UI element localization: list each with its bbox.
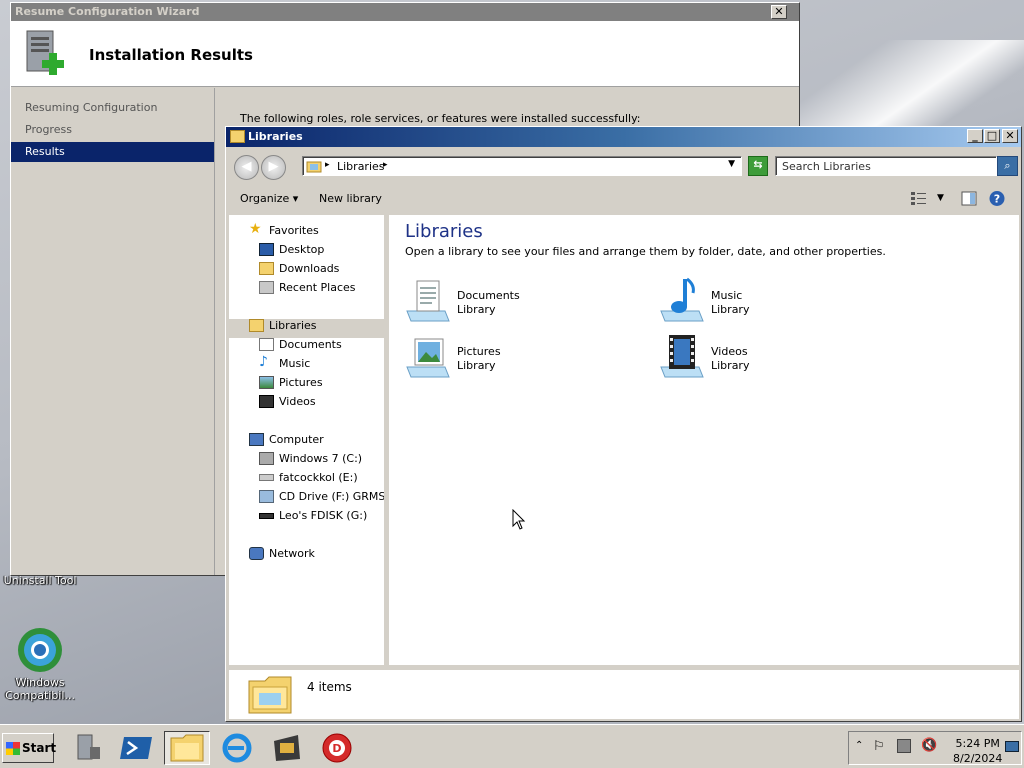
preview-pane-icon[interactable] <box>960 190 978 207</box>
help-icon[interactable]: ? <box>988 190 1006 207</box>
windows-logo-icon <box>6 742 20 755</box>
navigation-bar: ◀ ▶ ▸ Libraries ▸ ▼ ⇆ Search Libraries ⌕ <box>226 149 1021 183</box>
desktop-icon <box>259 243 274 256</box>
close-button[interactable]: ✕ <box>1002 129 1018 143</box>
wizard-message: The following roles, role services, or f… <box>240 112 641 125</box>
documents-library-icon <box>406 280 450 322</box>
show-desktop-icon[interactable] <box>1005 741 1019 752</box>
library-videos[interactable]: Videos Library <box>659 333 899 383</box>
drive-icon <box>259 474 274 481</box>
picture-icon <box>259 376 274 389</box>
breadcrumb-libraries[interactable]: Libraries <box>337 160 385 173</box>
clock-date: 8/2/2024 <box>953 752 1003 765</box>
address-dropdown-icon[interactable]: ▼ <box>728 159 735 169</box>
taskbar-internet-explorer[interactable] <box>214 731 260 765</box>
recent-places-icon <box>259 281 274 294</box>
volume-muted-icon[interactable]: 🔇 <box>921 738 937 753</box>
document-icon <box>259 338 274 351</box>
new-library-button[interactable]: New library <box>319 192 382 205</box>
navigation-pane: ★ Favorites Desktop Downloads Recent Pla… <box>229 215 387 665</box>
desktop-icon-label: Windows Compatibil... <box>5 676 75 702</box>
server-add-icon <box>26 30 64 75</box>
details-pane: 4 items <box>229 667 1019 719</box>
wizard-header-title: Installation Results <box>89 46 253 64</box>
server-manager-icon <box>77 734 100 760</box>
wizard-step-resuming: Resuming Configuration <box>25 101 158 114</box>
wizard-close-button[interactable]: ✕ <box>771 5 787 19</box>
breadcrumb-arrow-icon[interactable]: ▸ <box>325 160 330 170</box>
taskbar-server-manager[interactable] <box>64 731 110 765</box>
clock[interactable]: 5:24 PM 8/2/2024 <box>953 736 1002 766</box>
view-options-icon[interactable] <box>910 190 928 207</box>
taskbar-archiver[interactable] <box>264 731 310 765</box>
computer-icon <box>249 433 264 446</box>
explorer-window: Libraries _ □ ✕ ◀ ▶ ▸ Libraries ▸ ▼ ⇆ Se… <box>225 126 1022 722</box>
libraries-icon <box>249 319 264 332</box>
wizard-header: Installation Results <box>11 21 799 87</box>
wizard-steps: Resuming Configuration Progress Results <box>11 88 215 575</box>
taskbar-explorer[interactable] <box>164 731 210 765</box>
content-subtitle: Open a library to see your files and arr… <box>405 245 886 258</box>
downloads-icon <box>259 262 274 275</box>
svg-text:?: ? <box>994 193 1000 206</box>
archive-icon <box>274 735 300 761</box>
taskbar-powershell[interactable] <box>114 731 160 765</box>
organize-button[interactable]: Organize ▾ <box>240 192 298 205</box>
network-tray-icon[interactable] <box>897 739 911 753</box>
explorer-title: Libraries <box>248 130 303 143</box>
library-music[interactable]: Music Library <box>659 277 899 327</box>
music-library-icon <box>660 277 704 322</box>
red-circle-app-icon: D <box>322 733 352 763</box>
action-center-flag-icon[interactable]: ⚐ <box>873 739 885 754</box>
item-count: 4 items <box>307 680 352 694</box>
star-icon: ★ <box>249 221 262 237</box>
system-tray: ⌃ ⚐ 🔇 5:24 PM 8/2/2024 <box>848 731 1022 765</box>
start-button[interactable]: Start <box>2 733 56 763</box>
internet-explorer-icon <box>222 733 252 763</box>
powershell-icon <box>120 737 152 759</box>
search-icon[interactable]: ⌕ <box>997 156 1018 176</box>
wizard-title: Resume Configuration Wizard <box>15 5 200 18</box>
command-bar: Organize ▾ New library ▼ ? <box>226 185 1021 213</box>
back-button[interactable]: ◀ <box>234 155 259 180</box>
folder-icon <box>170 734 204 762</box>
hard-drive-icon <box>259 452 274 465</box>
library-pictures[interactable]: Pictures Library <box>405 333 645 383</box>
library-documents[interactable]: Documents Library <box>405 277 645 327</box>
wizard-step-progress: Progress <box>25 123 72 136</box>
breadcrumb-chevron-icon[interactable]: ▸ <box>383 160 388 170</box>
film-strip-icon <box>259 395 274 408</box>
desktop-icon-windows-compatibility[interactable]: Windows Compatibil... <box>2 626 78 702</box>
content-pane: Libraries Open a library to see your fil… <box>389 215 1019 665</box>
refresh-button[interactable]: ⇆ <box>748 156 768 176</box>
wizard-step-results: Results <box>11 142 214 162</box>
minimize-button[interactable]: _ <box>967 129 983 143</box>
pictures-library-icon <box>406 338 450 378</box>
content-title: Libraries <box>405 221 483 242</box>
show-hidden-icons-icon[interactable]: ⌃ <box>855 740 863 751</box>
libraries-folder-icon <box>248 676 292 714</box>
removable-drive-icon <box>259 513 274 519</box>
address-bar[interactable]: ▸ Libraries ▸ ▼ <box>302 156 742 176</box>
taskbar-red-app[interactable]: D <box>314 731 360 765</box>
libraries-icon <box>306 161 322 173</box>
mouse-cursor-icon <box>512 509 526 530</box>
wizard-titlebar[interactable]: Resume Configuration Wizard ✕ <box>11 3 799 21</box>
network-icon <box>249 547 264 560</box>
videos-library-icon <box>660 335 704 378</box>
view-dropdown-icon[interactable]: ▼ <box>937 193 944 203</box>
taskbar: Start D ⌃ ⚐ 🔇 5:24 PM 8/2/2024 <box>0 724 1024 768</box>
svg-text:D: D <box>332 742 341 755</box>
clock-time: 5:24 PM <box>955 737 1000 750</box>
cd-drive-icon <box>259 490 274 503</box>
music-note-icon: ♪ <box>259 354 268 370</box>
explorer-titlebar[interactable]: Libraries _ □ ✕ <box>226 127 1021 147</box>
search-input[interactable]: Search Libraries <box>775 156 997 176</box>
chrome-like-icon <box>18 628 62 672</box>
maximize-button[interactable]: □ <box>984 129 1000 143</box>
forward-button[interactable]: ▶ <box>261 155 286 180</box>
folder-icon <box>230 130 245 143</box>
